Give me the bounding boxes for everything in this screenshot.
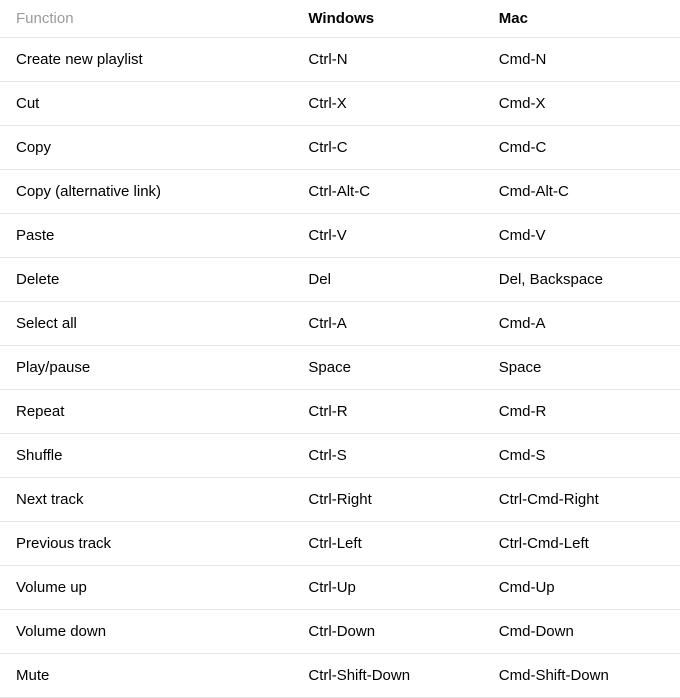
cell-function: Repeat: [0, 390, 292, 434]
header-mac: Mac: [483, 0, 680, 38]
cell-windows: Ctrl-Left: [292, 522, 482, 566]
table-row: Volume downCtrl-DownCmd-Down: [0, 610, 680, 654]
cell-windows: Space: [292, 346, 482, 390]
header-function: Function: [0, 0, 292, 38]
cell-mac: Ctrl-Cmd-Right: [483, 478, 680, 522]
cell-mac: Cmd-R: [483, 390, 680, 434]
cell-function: Cut: [0, 82, 292, 126]
cell-windows: Ctrl-Alt-C: [292, 170, 482, 214]
cell-windows: Ctrl-S: [292, 434, 482, 478]
cell-windows: Ctrl-Up: [292, 566, 482, 610]
cell-mac: Cmd-S: [483, 434, 680, 478]
table-row: CutCtrl-XCmd-X: [0, 82, 680, 126]
cell-windows: Ctrl-Down: [292, 610, 482, 654]
cell-mac: Cmd-X: [483, 82, 680, 126]
table-row: PasteCtrl-VCmd-V: [0, 214, 680, 258]
cell-mac: Space: [483, 346, 680, 390]
shortcuts-table: Function Windows Mac Create new playlist…: [0, 0, 680, 698]
table-row: Create new playlistCtrl-NCmd-N: [0, 38, 680, 82]
cell-function: Copy: [0, 126, 292, 170]
cell-mac: Del, Backspace: [483, 258, 680, 302]
table-row: Next trackCtrl-RightCtrl-Cmd-Right: [0, 478, 680, 522]
table-header-row: Function Windows Mac: [0, 0, 680, 38]
header-windows: Windows: [292, 0, 482, 38]
cell-function: Select all: [0, 302, 292, 346]
cell-function: Shuffle: [0, 434, 292, 478]
table-row: CopyCtrl-CCmd-C: [0, 126, 680, 170]
table-row: Play/pauseSpaceSpace: [0, 346, 680, 390]
cell-windows: Ctrl-Right: [292, 478, 482, 522]
cell-mac: Cmd-Alt-C: [483, 170, 680, 214]
cell-function: Next track: [0, 478, 292, 522]
table-row: RepeatCtrl-RCmd-R: [0, 390, 680, 434]
table-row: DeleteDelDel, Backspace: [0, 258, 680, 302]
cell-mac: Cmd-Down: [483, 610, 680, 654]
cell-function: Delete: [0, 258, 292, 302]
table-row: Previous trackCtrl-LeftCtrl-Cmd-Left: [0, 522, 680, 566]
cell-function: Volume up: [0, 566, 292, 610]
cell-mac: Cmd-V: [483, 214, 680, 258]
cell-windows: Ctrl-V: [292, 214, 482, 258]
table-row: MuteCtrl-Shift-DownCmd-Shift-Down: [0, 654, 680, 698]
cell-mac: Cmd-Up: [483, 566, 680, 610]
cell-function: Previous track: [0, 522, 292, 566]
cell-mac: Ctrl-Cmd-Left: [483, 522, 680, 566]
cell-windows: Ctrl-N: [292, 38, 482, 82]
cell-function: Play/pause: [0, 346, 292, 390]
cell-windows: Ctrl-R: [292, 390, 482, 434]
table-row: Volume upCtrl-UpCmd-Up: [0, 566, 680, 610]
cell-function: Copy (alternative link): [0, 170, 292, 214]
cell-mac: Cmd-N: [483, 38, 680, 82]
cell-mac: Cmd-C: [483, 126, 680, 170]
cell-mac: Cmd-Shift-Down: [483, 654, 680, 698]
table-row: ShuffleCtrl-SCmd-S: [0, 434, 680, 478]
cell-function: Paste: [0, 214, 292, 258]
cell-function: Volume down: [0, 610, 292, 654]
table-row: Select allCtrl-ACmd-A: [0, 302, 680, 346]
cell-windows: Ctrl-A: [292, 302, 482, 346]
cell-windows: Del: [292, 258, 482, 302]
cell-function: Create new playlist: [0, 38, 292, 82]
cell-function: Mute: [0, 654, 292, 698]
cell-windows: Ctrl-C: [292, 126, 482, 170]
cell-windows: Ctrl-X: [292, 82, 482, 126]
cell-mac: Cmd-A: [483, 302, 680, 346]
cell-windows: Ctrl-Shift-Down: [292, 654, 482, 698]
table-row: Copy (alternative link)Ctrl-Alt-CCmd-Alt…: [0, 170, 680, 214]
